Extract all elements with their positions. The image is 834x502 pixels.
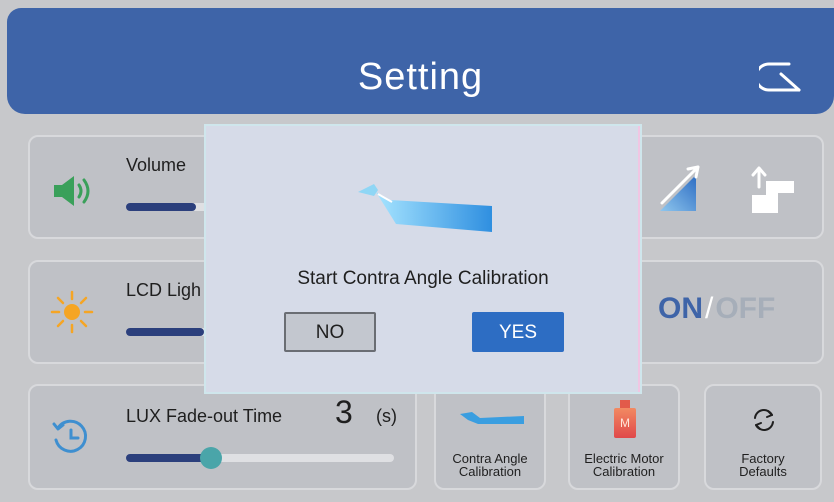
volume-slider-fill: [126, 203, 196, 211]
sun-icon: [50, 290, 94, 334]
on-label: ON: [658, 292, 703, 325]
factory-defaults-caption-line2: Defaults: [739, 464, 787, 479]
back-icon[interactable]: [759, 60, 805, 94]
lux-fade-label: LUX Fade-out Time: [126, 406, 283, 426]
dialog-message: Start Contra Angle Calibration: [297, 268, 549, 289]
contra-angle-icon: [460, 412, 524, 424]
no-button[interactable]: NO: [284, 312, 376, 352]
mode-panel: [612, 135, 824, 239]
on-off-toggle[interactable]: ON/OFF: [658, 292, 775, 326]
contra-angle-caption: Contra Angle Calibration: [436, 452, 544, 478]
factory-defaults-caption: Factory Defaults: [706, 452, 820, 478]
step-icon[interactable]: [744, 163, 800, 215]
page-title: Setting: [357, 56, 484, 98]
contra-angle-calibration-button[interactable]: Contra Angle Calibration: [434, 384, 546, 490]
calibration-dialog: Start Contra Angle Calibration NO YES: [204, 124, 642, 394]
reset-icon: [754, 409, 774, 431]
electric-motor-caption-line2: Calibration: [592, 464, 656, 479]
ramp-icon[interactable]: [650, 159, 710, 215]
contra-angle-handpiece-icon: [358, 184, 492, 232]
off-label: OFF: [715, 292, 776, 325]
electric-motor-calibration-button[interactable]: M Electric Motor Calibration: [568, 384, 680, 490]
lux-fade-slider-knob[interactable]: [200, 447, 222, 469]
electric-motor-caption: Electric Motor Calibration: [570, 452, 678, 478]
volume-label: Volume: [126, 155, 187, 175]
timer-icon: [52, 419, 88, 453]
lux-fade-panel: LUX Fade-out Time 3 (s): [28, 384, 417, 490]
header-bar: Setting: [7, 8, 834, 114]
lux-fade-unit: (s): [376, 406, 397, 426]
motor-icon: M: [614, 400, 636, 438]
toggle-slash: /: [705, 292, 714, 325]
speaker-icon: [54, 176, 90, 206]
factory-defaults-button[interactable]: Factory Defaults: [704, 384, 822, 490]
lcd-light-label: LCD Ligh: [126, 280, 202, 300]
contra-angle-caption-line2: Calibration: [458, 464, 522, 479]
yes-button[interactable]: YES: [472, 312, 564, 352]
lcd-light-slider-fill: [126, 328, 204, 336]
motor-badge: M: [614, 408, 636, 438]
lux-fade-slider[interactable]: [126, 447, 394, 469]
lux-fade-value: 3: [335, 394, 353, 430]
